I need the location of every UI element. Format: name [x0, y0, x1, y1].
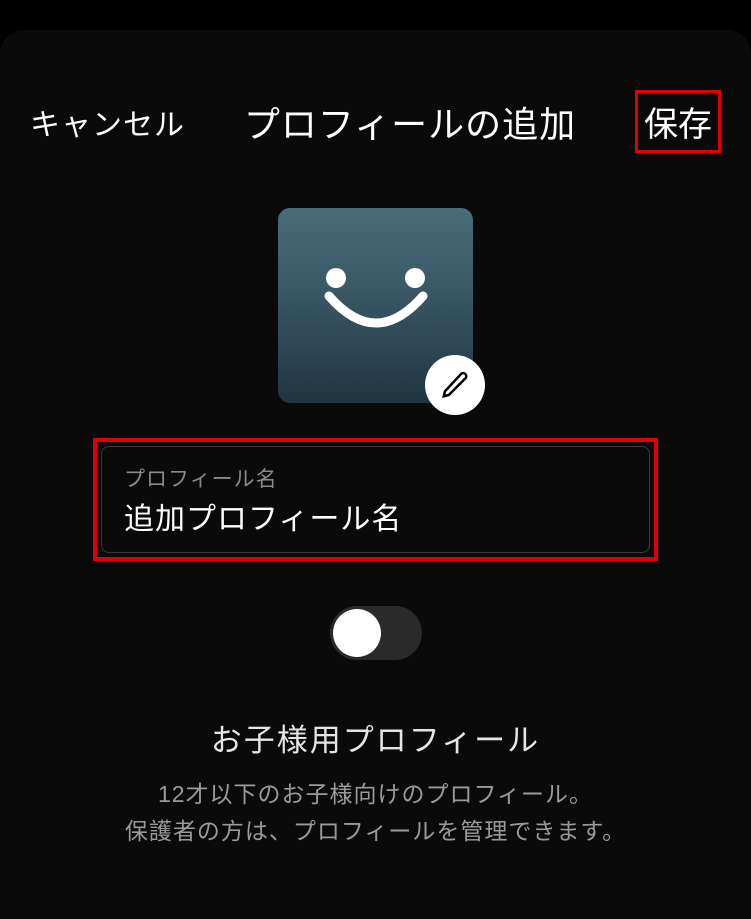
kids-profile-section: お子様用プロフィール 12才以下のお子様向けのプロフィール。 保護者の方は、プロ… — [95, 715, 656, 850]
kids-toggle-container — [330, 606, 422, 660]
avatar-container — [278, 208, 473, 403]
profile-name-input[interactable] — [124, 499, 627, 533]
modal-header: キャンセル プロフィールの追加 保存 — [0, 90, 751, 193]
pencil-icon — [440, 370, 470, 400]
edit-avatar-button[interactable] — [425, 355, 485, 415]
avatar-smile — [321, 288, 431, 348]
page-title: プロフィールの追加 — [244, 96, 576, 148]
profile-name-label: プロフィール名 — [124, 463, 627, 493]
toggle-knob — [333, 609, 381, 657]
save-button-highlight: 保存 — [635, 90, 721, 153]
kids-desc-line2: 保護者の方は、プロフィールを管理できます。 — [125, 818, 626, 844]
name-field-highlight: プロフィール名 — [93, 438, 658, 561]
avatar-eye-left — [326, 268, 346, 288]
avatar-eye-right — [405, 268, 425, 288]
kids-profile-toggle[interactable] — [330, 606, 422, 660]
kids-desc-line1: 12才以下のお子様向けのプロフィール。 — [158, 781, 593, 807]
kids-profile-description: 12才以下のお子様向けのプロフィール。 保護者の方は、プロフィールを管理できます… — [125, 776, 626, 850]
cancel-button[interactable]: キャンセル — [30, 100, 185, 144]
profile-name-field[interactable]: プロフィール名 — [101, 446, 650, 553]
add-profile-sheet: キャンセル プロフィールの追加 保存 プロフィール名 — [0, 30, 751, 919]
modal-content: プロフィール名 お子様用プロフィール 12才以下のお子様向けのプロフィール。 保… — [0, 193, 751, 850]
save-button[interactable]: 保存 — [644, 97, 712, 146]
kids-profile-title: お子様用プロフィール — [125, 715, 626, 760]
